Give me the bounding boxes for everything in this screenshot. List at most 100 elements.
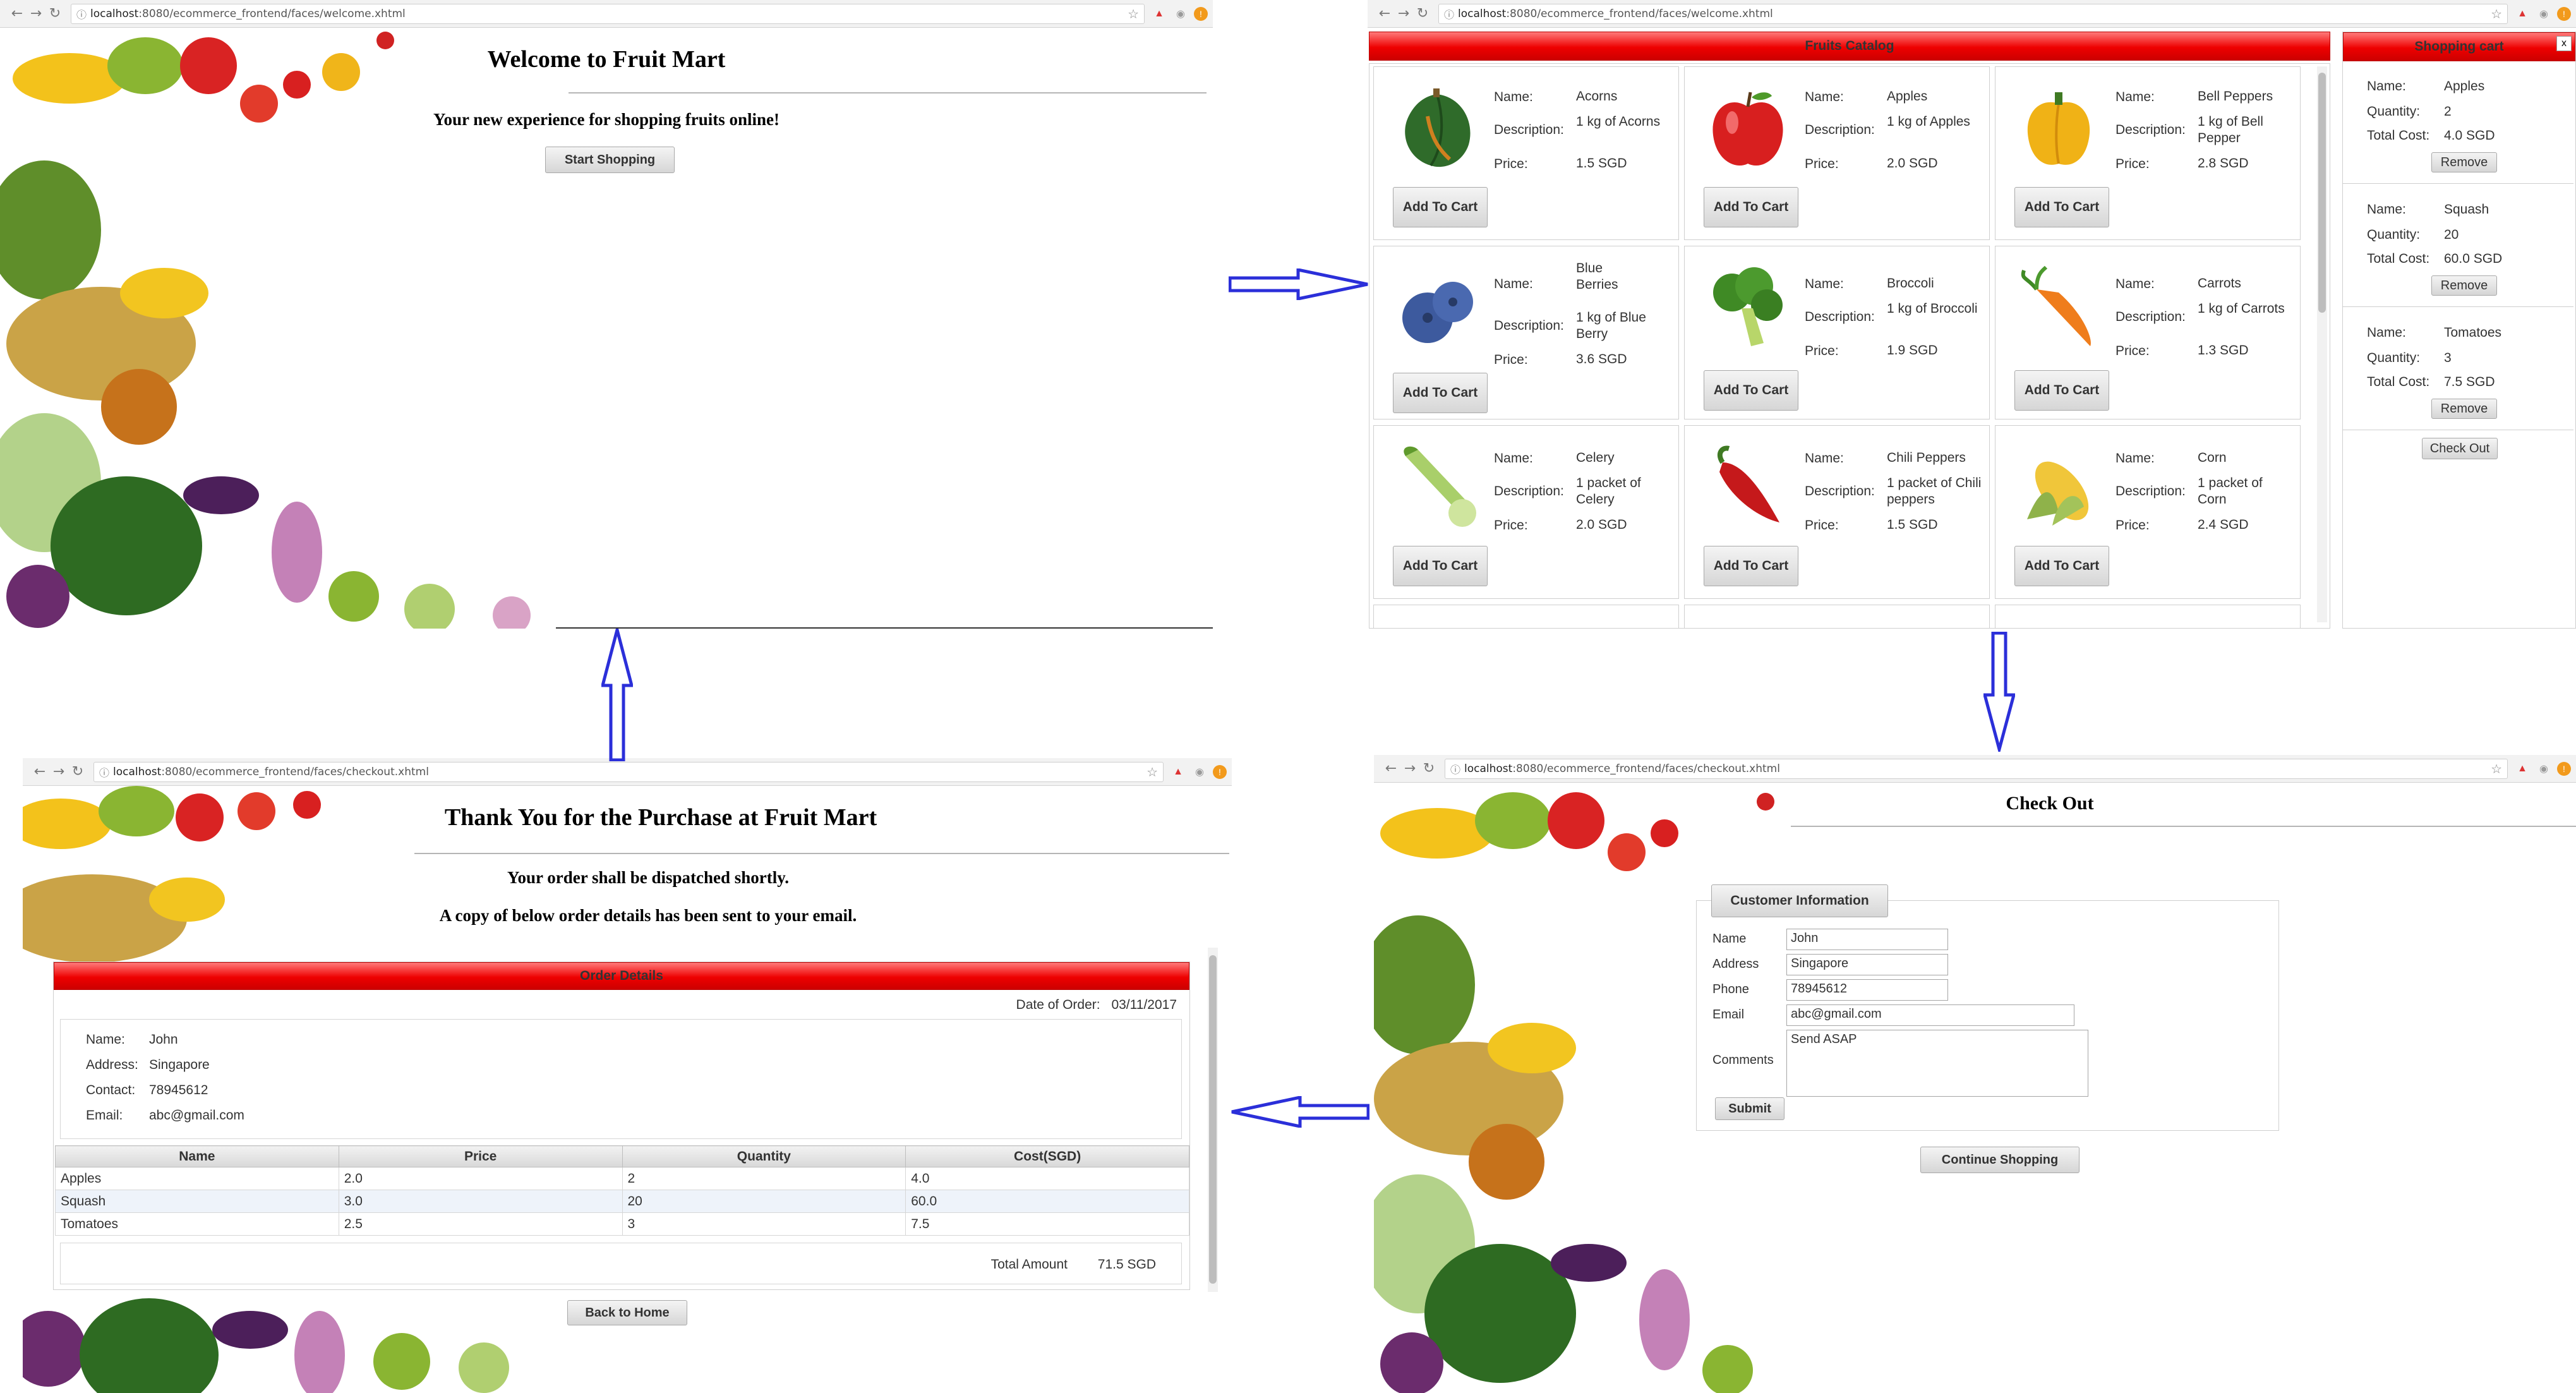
pdf-extension-icon[interactable]: ▲ [1151, 6, 1167, 22]
remove-button[interactable]: Remove [2431, 399, 2497, 419]
pdf-extension-icon[interactable]: ▲ [2514, 761, 2531, 777]
bookmark-star-icon[interactable]: ☆ [2491, 761, 2502, 776]
apple-icon [1712, 92, 1783, 166]
url-host: localhost [1458, 7, 1507, 20]
shield-extension-icon[interactable]: ◉ [1172, 6, 1189, 22]
product-name: Broccoli [1887, 276, 1934, 291]
page-scrollbar[interactable] [1208, 948, 1218, 1292]
column-header[interactable]: Price [338, 1145, 623, 1167]
forward-icon[interactable]: → [49, 763, 68, 781]
price-label: Price: [1805, 518, 1839, 533]
shield-extension-icon[interactable]: ◉ [2536, 761, 2552, 777]
catalog-scrollbar[interactable] [2317, 66, 2327, 622]
shield-extension-icon[interactable]: ◉ [2536, 6, 2552, 22]
alert-extension-icon[interactable]: ! [1213, 764, 1227, 779]
alert-extension-icon[interactable]: ! [1194, 6, 1208, 21]
remove-button[interactable]: Remove [2431, 152, 2497, 172]
forward-icon[interactable]: → [27, 4, 45, 23]
add-to-cart-button[interactable]: Add To Cart [2014, 546, 2109, 586]
address-field[interactable]: Singapore [1786, 954, 1948, 975]
info-icon: ⓘ [76, 8, 87, 21]
bookmark-star-icon[interactable]: ☆ [1147, 764, 1158, 780]
product-card: Name: Broccoli Description: 1 kg of Broc… [1684, 246, 1990, 419]
add-to-cart-button[interactable]: Add To Cart [1393, 373, 1488, 413]
order-date: Date of Order: 03/11/2017 [1016, 998, 1177, 1013]
start-shopping-button[interactable]: Start Shopping [545, 147, 675, 173]
product-card: Name: Bell Peppers Description: 1 kg of … [1995, 66, 2301, 240]
add-to-cart-button[interactable]: Add To Cart [1704, 546, 1798, 586]
address-bar[interactable]: ⓘ localhost:8080/ecommerce_frontend/face… [93, 761, 1164, 782]
back-icon[interactable]: ← [30, 763, 49, 781]
address-bar[interactable]: ⓘ localhost:8080/ecommerce_frontend/face… [71, 3, 1145, 24]
reload-icon[interactable]: ↻ [68, 763, 87, 781]
add-to-cart-button[interactable]: Add To Cart [2014, 370, 2109, 411]
address-bar[interactable]: ⓘ localhost:8080/ecommerce_frontend/face… [1438, 3, 2508, 24]
carrot-icon [2021, 265, 2091, 346]
check-out-button[interactable]: Check Out [2422, 438, 2498, 459]
reload-icon[interactable]: ↻ [1413, 4, 1432, 23]
table-cell: 3 [622, 1212, 906, 1236]
product-card: Name: Acorns Description: 1 kg of Acorns… [1373, 66, 1679, 240]
cart-item-total: 4.0 SGD [2444, 128, 2495, 143]
alert-extension-icon[interactable]: ! [2557, 761, 2571, 776]
url-path: :8080/ecommerce_frontend/faces/checkout.… [1512, 762, 1780, 775]
pdf-extension-icon[interactable]: ▲ [1170, 764, 1186, 780]
broccoli-icon [1713, 267, 1783, 346]
name-field[interactable]: John [1786, 929, 1948, 950]
column-header[interactable]: Name [55, 1145, 339, 1167]
continue-shopping-button[interactable]: Continue Shopping [1920, 1147, 2079, 1173]
email-label: Email: [86, 1108, 123, 1123]
reload-icon[interactable]: ↻ [45, 4, 64, 23]
remove-button[interactable]: Remove [2431, 275, 2497, 296]
product-price: 2.0 SGD [1576, 517, 1627, 532]
alert-extension-icon[interactable]: ! [2557, 6, 2571, 21]
corn-icon [2027, 461, 2089, 526]
phone-field[interactable]: 78945612 [1786, 979, 1948, 1001]
product-card: Name: Chili Peppers Description: 1 packe… [1684, 425, 1990, 599]
address-bar[interactable]: ⓘ localhost:8080/ecommerce_frontend/face… [1445, 758, 2508, 779]
checkout-title: Check Out [2006, 793, 2094, 814]
submit-button[interactable]: Submit [1715, 1097, 1785, 1120]
name-label: Name: [1494, 90, 1533, 104]
back-icon[interactable]: ← [1381, 759, 1400, 778]
forward-icon[interactable]: → [1400, 759, 1419, 778]
description-label: Description: [1494, 123, 1564, 137]
title-divider [569, 92, 1207, 93]
up-arrow-icon [601, 629, 633, 761]
product-description: 1 packet of Chili peppers [1887, 476, 1982, 507]
add-to-cart-button[interactable]: Add To Cart [1393, 187, 1488, 227]
bookmark-star-icon[interactable]: ☆ [2491, 6, 2502, 21]
customer-summary: Name: John Address: Singapore Contact: 7… [60, 1019, 1182, 1139]
product-name: Acorns [1576, 89, 1618, 104]
right-arrow-icon [1229, 268, 1368, 300]
reload-icon[interactable]: ↻ [1419, 759, 1438, 778]
product-card [1684, 605, 1990, 628]
pdf-extension-icon[interactable]: ▲ [2514, 6, 2531, 22]
add-to-cart-button[interactable]: Add To Cart [2014, 187, 2109, 227]
table-cell: 2.0 [338, 1167, 623, 1190]
price-label: Price: [1805, 157, 1839, 171]
name-label: Name: [1494, 277, 1533, 291]
add-to-cart-button[interactable]: Add To Cart [1393, 546, 1488, 586]
shield-extension-icon[interactable]: ◉ [1191, 764, 1208, 780]
description-label: Description: [1805, 310, 1875, 324]
total-label: Total Amount [990, 1257, 1068, 1272]
forward-icon[interactable]: → [1394, 4, 1413, 23]
column-header[interactable]: Quantity [622, 1145, 906, 1167]
chili-pepper-icon [1717, 445, 1779, 522]
add-to-cart-button[interactable]: Add To Cart [1704, 370, 1798, 411]
add-to-cart-button[interactable]: Add To Cart [1704, 187, 1798, 227]
email-field[interactable]: abc@gmail.com [1786, 1004, 2074, 1026]
scrollbar-thumb[interactable] [1209, 955, 1217, 1284]
scrollbar-thumb[interactable] [2318, 73, 2326, 313]
comments-field[interactable]: Send ASAP [1786, 1030, 2088, 1097]
close-icon[interactable]: x [2556, 36, 2572, 51]
product-description: 1 kg of Blue Berry [1576, 310, 1646, 341]
back-icon[interactable]: ← [8, 4, 27, 23]
column-header[interactable]: Cost(SGD) [905, 1145, 1189, 1167]
back-to-home-button[interactable]: Back to Home [567, 1300, 687, 1325]
table-row: Apples 2.0 2 4.0 [55, 1167, 1189, 1190]
comments-label: Comments [1712, 1053, 1774, 1067]
back-icon[interactable]: ← [1375, 4, 1394, 23]
bookmark-star-icon[interactable]: ☆ [1128, 6, 1139, 21]
